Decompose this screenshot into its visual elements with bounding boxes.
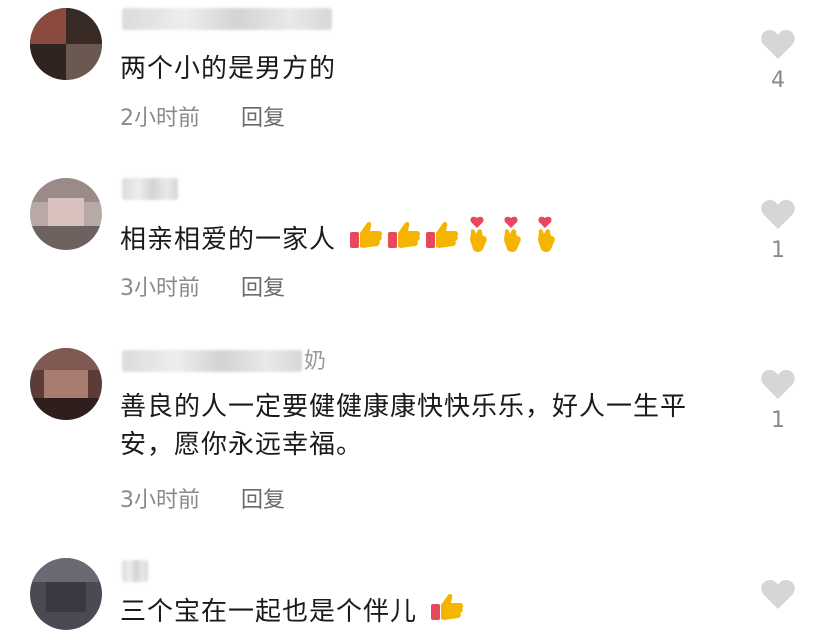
username-blurred[interactable] (122, 178, 178, 200)
username-blurred[interactable] (122, 560, 148, 582)
reply-button[interactable]: 回复 (241, 482, 285, 514)
heart-icon (761, 199, 795, 229)
avatar[interactable] (30, 348, 102, 420)
like-button[interactable]: 1 (758, 198, 798, 263)
reply-button[interactable]: 回复 (241, 100, 285, 132)
username-suffix[interactable]: 奶 (304, 350, 326, 374)
avatar[interactable] (30, 8, 102, 80)
comment-time: 2小时前 (120, 106, 200, 131)
comment-text-content: 三个宝在一起也是个伴儿 (120, 597, 418, 627)
thumbs-up-icon (349, 220, 383, 261)
comment-text: 善良的人一定要健健康康快快乐乐，好人一生平安，愿你永远幸福。 (120, 392, 688, 460)
finger-heart-icon (531, 216, 561, 265)
thumbs-up-icon (425, 220, 459, 261)
finger-heart-icon (463, 216, 493, 265)
reply-button[interactable]: 回复 (241, 270, 285, 302)
comment-time: 3小时前 (120, 276, 200, 301)
comment-meta: 3小时前 回复 (120, 482, 285, 514)
comment-text: 两个小的是男方的 (120, 54, 337, 84)
like-button[interactable]: 1 (758, 368, 798, 433)
avatar[interactable] (30, 178, 102, 250)
avatar[interactable] (30, 558, 102, 630)
comment-text: 相亲相爱的一家人 (120, 216, 715, 265)
heart-icon (761, 579, 795, 609)
thumbs-up-icon (430, 592, 464, 633)
like-button[interactable] (758, 578, 798, 610)
like-count: 1 (771, 238, 785, 263)
heart-icon (761, 369, 795, 399)
comment-time: 3小时前 (120, 488, 200, 513)
like-count: 1 (771, 408, 785, 433)
thumbs-up-icon (387, 220, 421, 261)
comment-text-content: 相亲相爱的一家人 (120, 225, 337, 255)
comment-meta: 2小时前 回复 (120, 100, 285, 132)
like-count: 4 (771, 68, 785, 93)
heart-icon (761, 29, 795, 59)
like-button[interactable]: 4 (758, 28, 798, 93)
finger-heart-icon (497, 216, 527, 265)
username-blurred[interactable] (122, 8, 332, 30)
comment-text: 三个宝在一起也是个伴儿 (120, 592, 715, 633)
comment-meta: 3小时前 回复 (120, 270, 285, 302)
username-blurred[interactable] (122, 350, 302, 372)
